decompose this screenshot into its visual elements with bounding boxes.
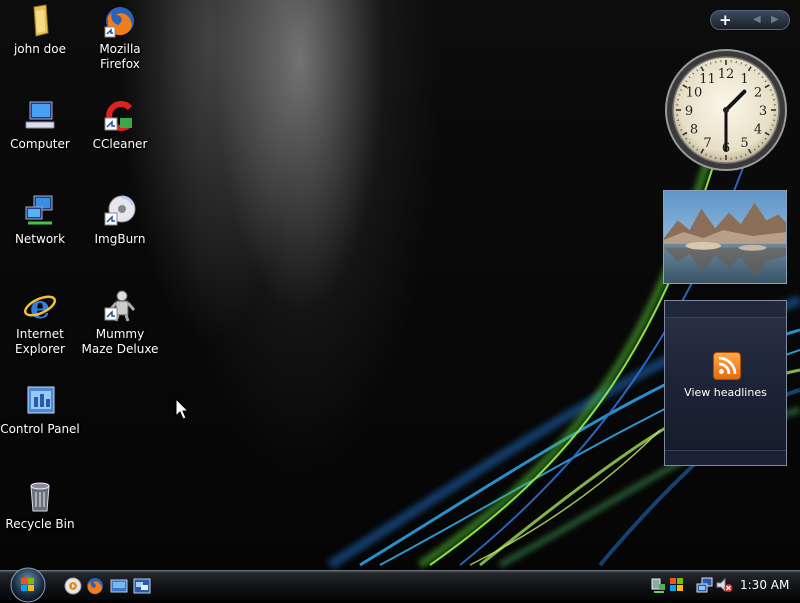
control-panel-icon [22, 383, 58, 419]
user-folder-icon [22, 3, 58, 39]
previous-page-button[interactable]: ◀ [753, 13, 761, 27]
clock-number: 2 [754, 86, 762, 101]
clock-number: 10 [686, 86, 703, 101]
desktop-icon-computer[interactable]: Computer [0, 98, 80, 152]
desktop-icon-label: Recycle Bin [0, 517, 80, 532]
network-status-icon[interactable] [650, 576, 668, 594]
clock-number: 9 [685, 104, 693, 119]
desktop-icon-network[interactable]: Network [0, 193, 80, 247]
mouse-cursor-icon [175, 398, 191, 422]
feed-header-band [665, 301, 786, 318]
desktop-icon-imgburn[interactable]: ImgBurn [80, 193, 160, 247]
clock-number: 8 [690, 123, 698, 138]
clock-gadget[interactable]: 121234567891011 [664, 48, 788, 172]
imgburn-icon [102, 193, 138, 229]
clock-number: 12 [718, 67, 735, 82]
taskbar[interactable]: 1:30 AM [0, 570, 800, 600]
taskbar-clock[interactable]: 1:30 AM [740, 578, 789, 592]
ccleaner-icon [102, 98, 138, 134]
desktop-icon-label: ImgBurn [80, 232, 160, 247]
desktop-icon-label: CCleaner [80, 137, 160, 152]
volume-muted-icon[interactable] [715, 576, 733, 594]
desktop-icon-recycle-bin[interactable]: Recycle Bin [0, 478, 80, 532]
desktop-icon-label: Mozilla Firefox [80, 42, 160, 72]
clock-number: 5 [740, 136, 748, 151]
show-desktop-icon[interactable] [110, 577, 128, 595]
clock-number: 1 [740, 72, 748, 87]
firefox-icon [102, 3, 138, 39]
recycle-bin-icon [22, 478, 58, 514]
sidebar-controls: + ◀ ▶ [710, 10, 790, 30]
firefox-icon[interactable] [86, 577, 104, 595]
mummy-maze-icon [102, 288, 138, 324]
next-page-button[interactable]: ▶ [771, 13, 779, 27]
desktop-icon-label: Network [0, 232, 80, 247]
desktop-icon-internet-explorer[interactable]: e Internet Explorer [0, 288, 80, 357]
network-icon[interactable] [696, 576, 714, 594]
desktop-icon-mummy-maze[interactable]: Mummy Maze Deluxe [80, 288, 160, 357]
feed-footer-band [665, 450, 786, 465]
internet-explorer-icon: e [22, 288, 58, 324]
desktop-icon-mozilla-firefox[interactable]: Mozilla Firefox [80, 3, 160, 72]
computer-icon [22, 98, 58, 134]
desktop-icon-label: john doe [0, 42, 80, 57]
rss-icon [713, 352, 741, 380]
desktop-icon-label: Internet Explorer [0, 327, 80, 357]
clock-number: 7 [703, 136, 711, 151]
switch-windows-icon[interactable] [133, 577, 151, 595]
clock-number: 4 [754, 123, 762, 138]
network-icon [22, 193, 58, 229]
media-player-icon[interactable] [64, 577, 82, 595]
svg-text:e: e [30, 288, 50, 324]
feed-headlines-gadget[interactable]: View headlines [664, 300, 787, 466]
clock-number: 11 [699, 72, 716, 87]
desktop-icon-label: Control Panel [0, 422, 80, 437]
desktop-icon-john-doe[interactable]: john doe [0, 3, 80, 57]
desktop-icon-label: Computer [0, 137, 80, 152]
desktop-icon-label: Mummy Maze Deluxe [80, 327, 160, 357]
desktop[interactable]: john doe Mozilla Firefox Computer CClean… [0, 0, 800, 570]
clock-number: 3 [759, 104, 767, 119]
desktop-icon-ccleaner[interactable]: CCleaner [80, 98, 160, 152]
view-headlines-link[interactable]: View headlines [665, 386, 786, 399]
desktop-icon-control-panel[interactable]: Control Panel [0, 383, 80, 437]
windows-start-orb-icon[interactable] [6, 565, 50, 603]
slideshow-gadget[interactable] [663, 190, 787, 284]
add-gadget-button[interactable]: + [719, 11, 732, 29]
system-tray: 1:30 AM [642, 571, 800, 600]
windows-update-icon[interactable] [668, 576, 686, 594]
